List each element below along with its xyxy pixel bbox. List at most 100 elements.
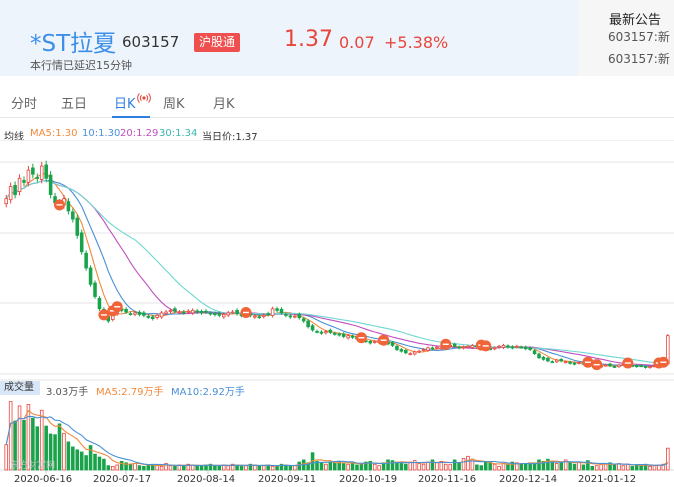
candle-body — [608, 363, 612, 367]
volume-bar — [581, 464, 586, 471]
volume-bar — [62, 432, 66, 471]
candle-body — [88, 267, 93, 285]
volume-bar — [404, 463, 408, 471]
live-broadcast-icon — [137, 93, 151, 103]
volume-ma10-line — [5, 415, 668, 467]
candle-body — [182, 311, 186, 314]
volume-bar — [475, 464, 479, 471]
volume-bar — [506, 464, 510, 471]
volume-bar — [213, 465, 217, 471]
candle-body — [173, 308, 177, 312]
tab-weekly-k[interactable]: 周K — [163, 93, 185, 112]
volume-bar — [501, 463, 506, 471]
volume-bar — [155, 465, 159, 471]
volume-bar — [66, 441, 71, 471]
candle-body — [319, 331, 324, 334]
candle-body — [164, 311, 168, 314]
tab-intraday[interactable]: 分时 — [11, 93, 37, 112]
candle-body — [66, 201, 71, 212]
candle-body — [4, 198, 8, 205]
candle-body — [408, 353, 413, 356]
volume-bar — [497, 465, 501, 471]
volume-bar — [572, 463, 577, 471]
volume-bar — [417, 463, 421, 471]
kline-chart[interactable] — [0, 140, 674, 475]
candle-body — [324, 331, 328, 334]
volume-bar — [159, 465, 164, 471]
volume-bar — [652, 465, 657, 471]
candle-body — [128, 313, 133, 316]
candlestick-series — [4, 160, 670, 369]
volume-bar — [261, 465, 266, 471]
ma30-value: 30:1.34 — [159, 128, 198, 139]
volume-bar — [319, 462, 324, 471]
candle-body — [470, 345, 475, 348]
tab-five-day[interactable]: 五日 — [61, 93, 87, 112]
candle-body — [26, 169, 31, 183]
ma5-value: MA5:1.30 — [30, 128, 78, 139]
volume-bar — [168, 465, 173, 471]
volume-bar — [648, 465, 652, 471]
volume-bar — [341, 463, 346, 471]
announcement-panel: 最新公告 603157:新 603157:新 — [578, 0, 674, 76]
volume-bar — [386, 459, 390, 471]
candle-body — [226, 312, 230, 316]
volume-bar — [199, 465, 204, 471]
candle-body — [44, 164, 48, 179]
volume-bar — [133, 463, 137, 471]
volume-bar — [115, 464, 119, 471]
announcement-item[interactable]: 603157:新 — [608, 28, 670, 45]
x-tick-label: 2020-07-17 — [93, 474, 152, 485]
candle-body — [150, 316, 155, 319]
x-tick-label: 2020-08-14 — [177, 474, 236, 485]
volume-bar — [217, 465, 222, 471]
candle-body — [204, 310, 208, 313]
volume-bar — [328, 461, 333, 471]
x-tick-label: 2020-09-11 — [258, 474, 317, 485]
candle-body — [199, 311, 204, 314]
volume-bar — [106, 465, 111, 471]
candle-body — [133, 312, 137, 315]
volume-bar — [568, 462, 572, 471]
candle-body — [230, 311, 235, 314]
volume-bar — [483, 460, 488, 471]
volume-bar — [435, 462, 439, 471]
volume-bar — [523, 463, 528, 471]
connect-badge[interactable]: 沪股通 — [194, 33, 241, 52]
candle-body — [515, 345, 519, 348]
candle-body — [612, 366, 617, 368]
candle-body — [541, 356, 546, 360]
tab-monthly-k[interactable]: 月K — [213, 93, 235, 112]
moving-average-lines — [5, 172, 669, 368]
volume-bar — [599, 463, 603, 471]
candle-body — [523, 346, 528, 350]
candle-body — [275, 308, 279, 311]
candle-body — [253, 315, 257, 318]
candle-body — [190, 309, 195, 314]
announcement-item[interactable]: 603157:新 — [608, 50, 670, 67]
price-change: 0.07 — [339, 33, 375, 52]
candle-body — [315, 330, 319, 333]
ma10-value: 10:1.30 — [82, 128, 121, 139]
candle-body — [270, 308, 275, 316]
candle-body — [492, 347, 497, 350]
x-axis: 2020-06-16 2020-07-17 2020-08-14 2020-09… — [0, 474, 674, 487]
candle-body — [155, 314, 159, 318]
volume-bar — [457, 462, 461, 471]
x-tick-label: 2021-01-12 — [578, 474, 637, 485]
volume-bar — [84, 455, 88, 471]
candle-body — [17, 177, 22, 192]
volume-bar — [555, 463, 559, 471]
tab-daily-k[interactable]: 日K — [114, 93, 136, 112]
candle-body — [333, 332, 337, 335]
volume-bar — [479, 465, 484, 471]
candle-body — [208, 312, 213, 315]
volume-bar — [666, 447, 670, 471]
volume-bar — [173, 465, 177, 471]
candle-body — [22, 180, 26, 183]
volume-value: 3.03万手 — [46, 387, 89, 398]
candle-body — [399, 349, 404, 352]
candle-body — [257, 316, 262, 319]
volume-bar — [634, 464, 639, 471]
candle-body — [337, 333, 341, 336]
